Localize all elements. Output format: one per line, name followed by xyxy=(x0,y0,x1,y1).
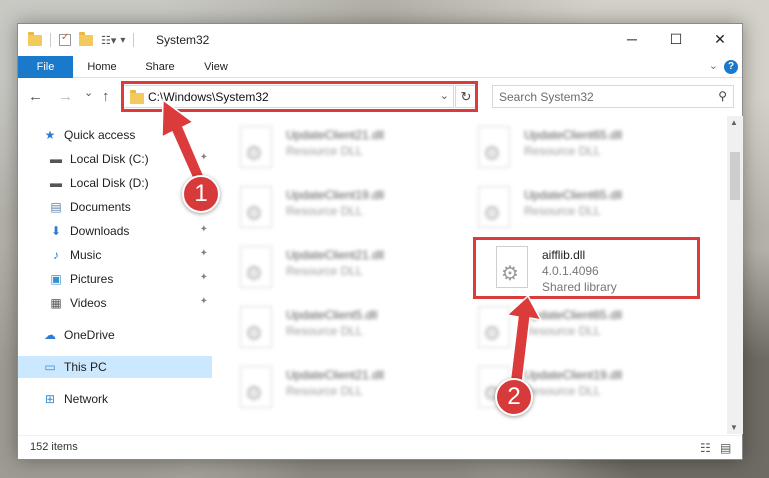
annotation-arrows xyxy=(161,98,543,386)
step-badge-1: 1 xyxy=(182,175,220,213)
arrow-2 xyxy=(505,294,543,386)
arrow-1 xyxy=(161,98,207,188)
step-badge-2: 2 xyxy=(495,378,533,416)
